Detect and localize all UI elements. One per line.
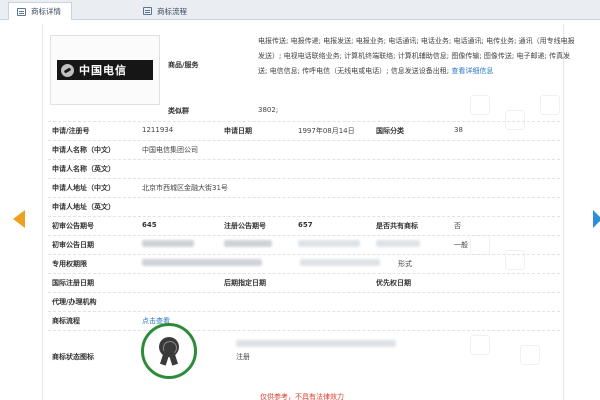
reg-no-value: 1211934 — [142, 126, 174, 134]
status-note: 注册 — [236, 353, 250, 361]
reg-no-label: 申请/注册号 — [52, 127, 90, 135]
shared-label: 是否共有商标 — [376, 222, 418, 230]
row-divider — [48, 121, 560, 122]
row-divider — [48, 178, 560, 179]
tab-bar: 商标详情 商标流程 — [0, 0, 600, 20]
next-arrow-icon[interactable] — [593, 210, 600, 228]
status-label: 商标状态图标 — [52, 353, 94, 361]
row-divider — [48, 273, 560, 274]
goods-services-text: 电报传送; 电报传递; 电报发送; 电报业务; 电话通讯; 电话业务; 电话通讯… — [258, 37, 575, 75]
row-divider — [48, 254, 560, 255]
app-date-label: 申请日期 — [224, 127, 252, 135]
watermark-mark — [470, 95, 490, 115]
goods-services-list: 电报传送; 电报传递; 电报发送; 电报业务; 电话通讯; 电话业务; 电话通讯… — [258, 34, 578, 79]
view-more-link[interactable]: 查看详细信息 — [451, 67, 493, 75]
shared-value: 否 — [454, 222, 461, 230]
row-divider — [48, 159, 560, 160]
rosette-icon — [159, 337, 179, 366]
address-cn-label: 申请人地址（中文） — [52, 184, 115, 192]
process-label: 商标流程 — [52, 317, 80, 325]
watermark-mark — [505, 110, 525, 130]
intl-reg-date-label: 国际注册日期 — [52, 279, 94, 287]
tab-trademark-details[interactable]: 商标详情 — [8, 2, 72, 20]
first-pub-no-label: 初审公告期号 — [52, 222, 94, 230]
reg-pub-no-value: 657 — [298, 221, 313, 229]
row-divider — [48, 292, 560, 293]
trademark-image: 中国电信 — [50, 35, 160, 105]
watermark-mark — [540, 95, 560, 115]
first-pub-date-label: 初审公告日期 — [52, 241, 94, 249]
row-divider — [48, 235, 560, 236]
app-date-value: 1997年08月14日 — [298, 127, 355, 135]
previous-arrow-icon[interactable] — [13, 210, 25, 228]
telecom-emblem-icon — [61, 63, 74, 77]
type-value: 一般 — [454, 241, 468, 249]
intl-class-value: 38 — [454, 126, 463, 134]
disclaimer-text: 仅供参考，不具有法律效力 — [260, 393, 344, 400]
row-divider — [48, 216, 560, 217]
document-icon — [143, 7, 152, 15]
reg-pub-no-label: 注册公告期号 — [224, 222, 266, 230]
applicant-cn-value: 中国电信集团公司 — [142, 146, 198, 154]
watermark-mark — [470, 235, 490, 255]
tab-label: 商标详情 — [31, 7, 61, 16]
row-divider — [48, 330, 560, 331]
watermark-mark — [505, 250, 525, 270]
applicant-cn-label: 申请人名称（中文） — [52, 146, 115, 154]
tab-trademark-process[interactable]: 商标流程 — [135, 2, 197, 20]
status-seal-icon — [141, 323, 197, 379]
priority-date-label: 优先权日期 — [376, 279, 411, 287]
redacted-value — [376, 240, 420, 247]
applicant-en-label: 申请人名称（英文） — [52, 165, 115, 173]
exclusive-period-label: 专用权期限 — [52, 260, 87, 268]
address-cn-value: 北京市西城区金融大街31号 — [142, 184, 228, 192]
watermark-mark — [520, 345, 540, 365]
document-icon — [17, 7, 26, 16]
form-value: 形式 — [398, 260, 412, 268]
redacted-value — [142, 240, 194, 247]
redacted-status-text — [236, 340, 396, 347]
redacted-value — [142, 259, 262, 266]
tab-label: 商标流程 — [157, 6, 187, 16]
redacted-value — [298, 240, 360, 247]
redacted-value — [224, 240, 272, 247]
china-telecom-logo: 中国电信 — [57, 60, 153, 80]
ribbon-icon — [167, 350, 179, 366]
agent-label: 代理/办理机构 — [52, 298, 97, 306]
class-group-value: 3802; — [258, 106, 279, 114]
address-en-label: 申请人地址（英文） — [52, 203, 115, 211]
goods-services-label: 商品/服务 — [168, 61, 199, 69]
logo-text: 中国电信 — [79, 64, 127, 77]
intl-class-label: 国际分类 — [376, 127, 404, 135]
watermark-mark — [470, 335, 490, 355]
row-divider — [48, 311, 560, 312]
first-pub-no-value: 645 — [142, 221, 157, 229]
later-date-label: 后期指定日期 — [224, 279, 266, 287]
row-divider — [48, 197, 560, 198]
redacted-value — [300, 259, 380, 266]
class-group-label: 类似群 — [168, 107, 189, 115]
row-divider — [48, 140, 560, 141]
